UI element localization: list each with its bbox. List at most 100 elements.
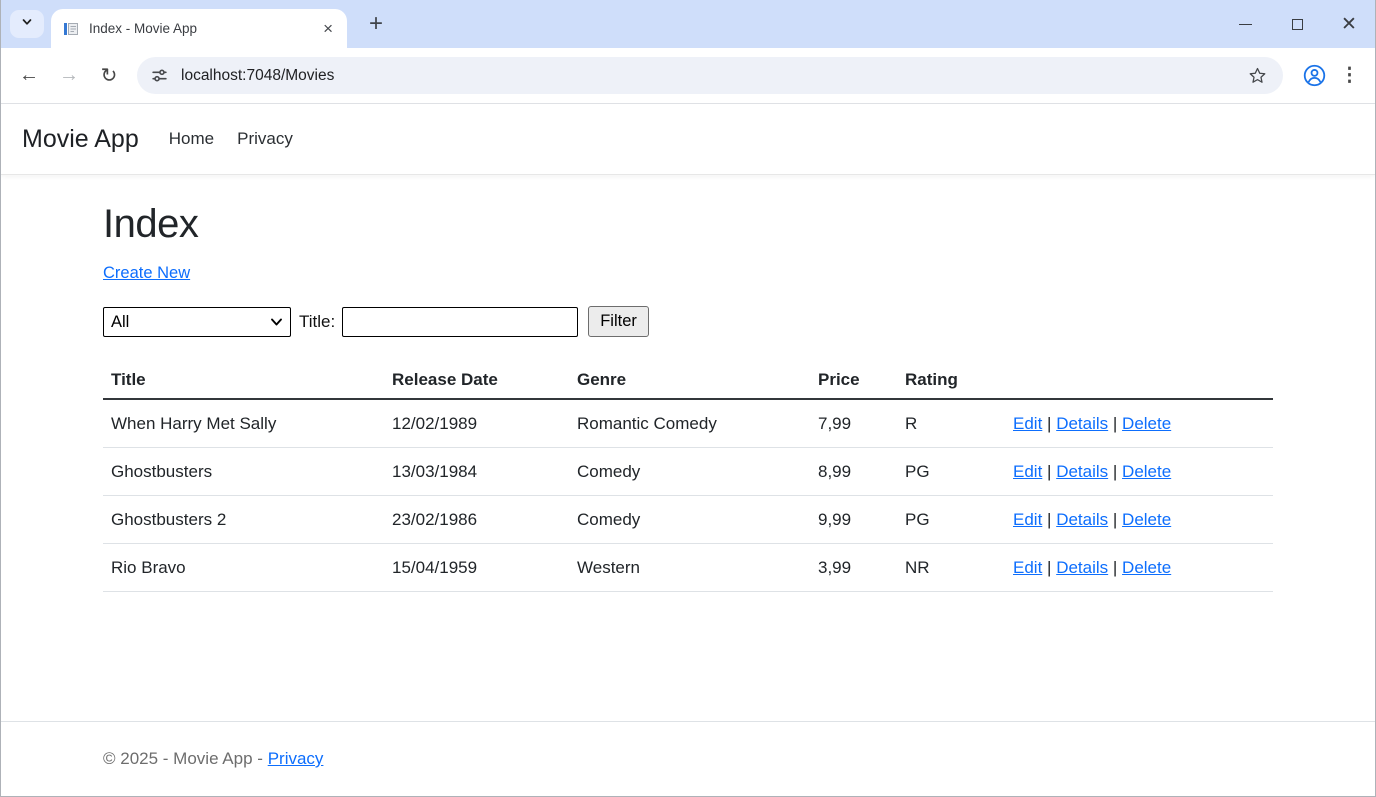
cell-title: Rio Bravo [103, 544, 384, 592]
genre-select-wrap: All [103, 307, 291, 337]
cell-rating: R [897, 399, 1005, 448]
delete-link[interactable]: Delete [1122, 510, 1171, 529]
cell-price: 8,99 [810, 448, 897, 496]
back-arrow-icon: ← [19, 64, 39, 87]
genre-filter-select[interactable]: All [103, 307, 291, 337]
main-container: Index Create New All Title: Filter [103, 175, 1273, 721]
tab-title: Index - Movie App [89, 21, 319, 36]
cell-release-date: 13/03/1984 [384, 448, 569, 496]
cell-title: Ghostbusters 2 [103, 496, 384, 544]
edit-link[interactable]: Edit [1013, 558, 1042, 577]
action-separator: | [1047, 462, 1051, 481]
cell-actions: Edit | Details | Delete [1005, 399, 1273, 448]
three-dot-icon: ⋮ [1340, 65, 1359, 86]
browser-toolbar: ← → ↻ localhost:7048/Movies [1, 48, 1375, 104]
action-separator: | [1047, 558, 1051, 577]
details-link[interactable]: Details [1056, 414, 1108, 433]
page-content: Movie App Home Privacy Index Create New … [1, 104, 1375, 796]
site-navbar: Movie App Home Privacy [1, 104, 1375, 175]
maximize-icon [1292, 19, 1303, 30]
cell-genre: Western [569, 544, 810, 592]
cell-rating: PG [897, 496, 1005, 544]
site-footer: © 2025 - Movie App - Privacy [1, 721, 1375, 796]
cell-actions: Edit | Details | Delete [1005, 544, 1273, 592]
back-button[interactable]: ← [9, 56, 49, 96]
table-row: When Harry Met Sally 12/02/1989 Romantic… [103, 399, 1273, 448]
copyright-text: © 2025 - Movie App - [103, 749, 263, 768]
reload-icon: ↻ [101, 63, 118, 88]
create-new-link[interactable]: Create New [103, 264, 190, 283]
action-separator: | [1047, 510, 1051, 529]
maximize-button[interactable] [1271, 0, 1323, 48]
details-link[interactable]: Details [1056, 462, 1108, 481]
cell-rating: PG [897, 448, 1005, 496]
action-separator: | [1113, 558, 1117, 577]
table-header-row: Title Release Date Genre Price Rating [103, 362, 1273, 399]
cell-title: When Harry Met Sally [103, 399, 384, 448]
cell-price: 3,99 [810, 544, 897, 592]
edit-link[interactable]: Edit [1013, 510, 1042, 529]
header-price: Price [810, 362, 897, 399]
reload-button[interactable]: ↻ [89, 56, 129, 96]
details-link[interactable]: Details [1056, 510, 1108, 529]
footer-privacy-link[interactable]: Privacy [268, 749, 324, 768]
forward-arrow-icon: → [59, 64, 79, 87]
nav-link-home[interactable]: Home [169, 129, 214, 149]
table-row: Ghostbusters 2 23/02/1986 Comedy 9,99 PG… [103, 496, 1273, 544]
tab-search-button[interactable] [10, 10, 44, 38]
cell-genre: Romantic Comedy [569, 399, 810, 448]
nav-link-privacy[interactable]: Privacy [237, 129, 293, 149]
action-separator: | [1113, 510, 1117, 529]
cell-price: 7,99 [810, 399, 897, 448]
header-title: Title [103, 362, 384, 399]
cell-actions: Edit | Details | Delete [1005, 496, 1273, 544]
profile-button[interactable] [1303, 64, 1326, 87]
edit-link[interactable]: Edit [1013, 414, 1042, 433]
close-icon: ✕ [1341, 15, 1357, 34]
url-text: localhost:7048/Movies [181, 67, 334, 85]
filter-button[interactable]: Filter [588, 306, 649, 337]
details-link[interactable]: Details [1056, 558, 1108, 577]
site-info-icon[interactable] [151, 67, 168, 84]
browser-window: Index - Movie App × + ✕ ← → ↻ localhost:… [0, 0, 1376, 797]
delete-link[interactable]: Delete [1122, 462, 1171, 481]
new-tab-button[interactable]: + [361, 9, 391, 39]
chevron-down-icon [20, 15, 34, 34]
action-separator: | [1113, 414, 1117, 433]
minimize-button[interactable] [1219, 0, 1271, 48]
titlebar: Index - Movie App × + ✕ [1, 0, 1375, 48]
delete-link[interactable]: Delete [1122, 558, 1171, 577]
minimize-icon [1239, 24, 1252, 25]
action-separator: | [1113, 462, 1117, 481]
filter-form: All Title: Filter [103, 306, 1273, 337]
delete-link[interactable]: Delete [1122, 414, 1171, 433]
plus-icon: + [369, 12, 383, 36]
cell-genre: Comedy [569, 448, 810, 496]
browser-tab[interactable]: Index - Movie App × [51, 9, 347, 48]
bookmark-star-icon[interactable] [1246, 64, 1269, 87]
cell-release-date: 15/04/1959 [384, 544, 569, 592]
table-row: Ghostbusters 13/03/1984 Comedy 8,99 PG E… [103, 448, 1273, 496]
cell-actions: Edit | Details | Delete [1005, 448, 1273, 496]
title-filter-input[interactable] [342, 307, 578, 337]
footer-text: © 2025 - Movie App - Privacy [103, 749, 1273, 769]
edit-link[interactable]: Edit [1013, 462, 1042, 481]
cell-genre: Comedy [569, 496, 810, 544]
navbar-brand[interactable]: Movie App [22, 125, 139, 154]
cell-title: Ghostbusters [103, 448, 384, 496]
profile-avatar-icon [1303, 64, 1326, 87]
browser-menu-button[interactable]: ⋮ [1340, 64, 1359, 87]
movies-table: Title Release Date Genre Price Rating Wh… [103, 362, 1273, 592]
title-filter-label: Title: [299, 312, 335, 332]
table-row: Rio Bravo 15/04/1959 Western 3,99 NR Edi… [103, 544, 1273, 592]
close-button[interactable]: ✕ [1323, 0, 1375, 48]
tab-close-icon[interactable]: × [319, 20, 337, 37]
page-title: Index [103, 202, 1273, 247]
favicon-icon [63, 21, 79, 37]
cell-release-date: 12/02/1989 [384, 399, 569, 448]
cell-rating: NR [897, 544, 1005, 592]
window-controls: ✕ [1219, 0, 1375, 48]
forward-button[interactable]: → [49, 56, 89, 96]
action-separator: | [1047, 414, 1051, 433]
address-bar[interactable]: localhost:7048/Movies [137, 57, 1283, 94]
